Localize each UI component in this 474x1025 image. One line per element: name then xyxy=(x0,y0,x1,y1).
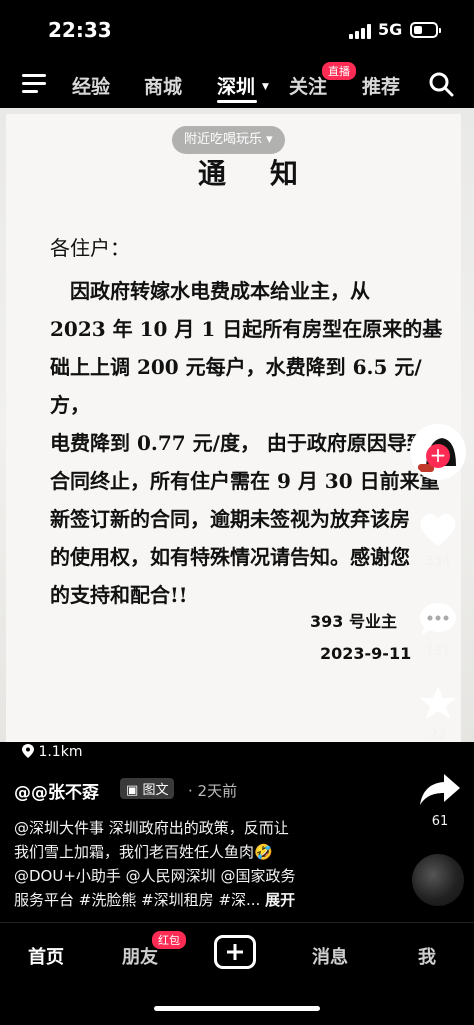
battery-icon xyxy=(410,22,441,38)
desc-line: @深圳大件事 深圳政府出的政策，反而让 xyxy=(14,819,289,837)
desc-line: @DOU+小助手 @人民网深圳 @国家政务 xyxy=(14,867,296,885)
nav-messages[interactable]: 消息 xyxy=(312,943,348,969)
author-name[interactable]: @@张不孬 xyxy=(14,778,99,803)
like-count: 334 xyxy=(425,554,451,569)
nav-me[interactable]: 我 xyxy=(418,943,436,969)
menu-icon[interactable] xyxy=(22,74,46,94)
post-time: · 2天前 xyxy=(188,782,238,800)
top-nav: 经验 商城 深圳 ▼ 关注 直播 推荐 xyxy=(0,60,474,108)
post-meta: 1.1km @@张不孬 ▣ 图文 · 2天前 @深圳大件事 深圳政府出的政策，反… xyxy=(0,742,474,922)
location-distance: 1.1km xyxy=(38,744,83,760)
notice-line: 础上上调 200 元每户，水费降到 6.5 元/方， xyxy=(50,355,422,417)
desc-line: 服务平台 #洗脸熊 #深圳租房 #深... xyxy=(14,891,261,909)
notice-date: 2023-9-11 xyxy=(320,644,412,663)
image-text-icon: ▣ xyxy=(126,783,139,798)
comment-count: 131 xyxy=(425,644,451,659)
expand-link[interactable]: 展开 xyxy=(265,891,295,909)
star-icon xyxy=(420,686,456,719)
active-tab-indicator xyxy=(217,100,257,103)
notice-line: 因政府转嫁水电费成本给业主，从 xyxy=(50,279,370,303)
favorite-count: 22 xyxy=(429,728,447,743)
signal-icon xyxy=(349,24,371,39)
nav-home[interactable]: 首页 xyxy=(28,943,64,969)
status-time: 22:33 xyxy=(48,18,112,42)
redpack-badge: 红包 xyxy=(152,931,186,949)
notice-greeting: 各住户： xyxy=(50,236,130,260)
notice-signature: 393 号业主 xyxy=(310,612,397,631)
tab-shenzhen[interactable]: 深圳 xyxy=(217,72,255,99)
nearby-chip[interactable]: 附近吃喝玩乐 ▾ xyxy=(172,126,285,154)
notice-line: 新签订新的合同，逾期未签视为放弃该房 xyxy=(50,507,410,531)
notice-line: 合同终止，所有住户需在 9 月 30 日前来重 xyxy=(50,469,440,493)
post-type-badge: ▣ 图文 xyxy=(120,778,175,799)
home-indicator xyxy=(154,1006,320,1011)
comment-button[interactable]: 131 xyxy=(408,600,468,659)
tab-experience[interactable]: 经验 xyxy=(72,72,110,99)
location-row[interactable]: 1.1km xyxy=(22,744,82,760)
comment-icon xyxy=(420,603,456,635)
tab-mall[interactable]: 商城 xyxy=(144,72,182,99)
chevron-down-icon[interactable]: ▼ xyxy=(262,82,269,92)
create-post-button[interactable] xyxy=(214,935,256,969)
tab-recommend[interactable]: 推荐 xyxy=(362,72,400,99)
notice-line: 的使用权，如有特殊情况请告知。感谢您 xyxy=(50,545,410,569)
follow-button[interactable]: + xyxy=(426,444,450,468)
notice-title: 通知 xyxy=(198,157,343,190)
like-button[interactable]: 334 xyxy=(408,510,468,569)
network-type: 5G xyxy=(378,20,403,39)
post-type-label: 图文 xyxy=(142,783,169,798)
notice-line: 2023 年 10 月 1 日起所有房型在原来的基 xyxy=(50,317,443,341)
search-icon[interactable] xyxy=(428,71,454,97)
heart-icon xyxy=(420,513,456,546)
location-pin-icon xyxy=(22,744,34,758)
post-description[interactable]: @深圳大件事 深圳政府出的政策，反而让 我们雪上加霜，我们老百姓任人鱼肉🤣 @D… xyxy=(14,816,374,912)
live-badge: 直播 xyxy=(322,62,356,80)
notice-body: 因政府转嫁水电费成本给业主，从 2023 年 10 月 1 日起所有房型在原来的… xyxy=(50,272,445,614)
nav-friends[interactable]: 朋友 xyxy=(122,943,158,969)
status-bar: 22:33 5G xyxy=(0,0,474,60)
favorite-button[interactable]: 22 xyxy=(408,684,468,743)
tab-following[interactable]: 关注 xyxy=(289,72,327,99)
desc-line: 我们雪上加霜，我们老百姓任人鱼肉🤣 xyxy=(14,843,273,861)
notice-line: 电费降到 0.77 元/度， 由于政府原因导致 xyxy=(50,431,427,455)
post-image[interactable]: 附近吃喝玩乐 ▾ 通知 各住户： 因政府转嫁水电费成本给业主，从 2023 年 … xyxy=(0,108,474,742)
